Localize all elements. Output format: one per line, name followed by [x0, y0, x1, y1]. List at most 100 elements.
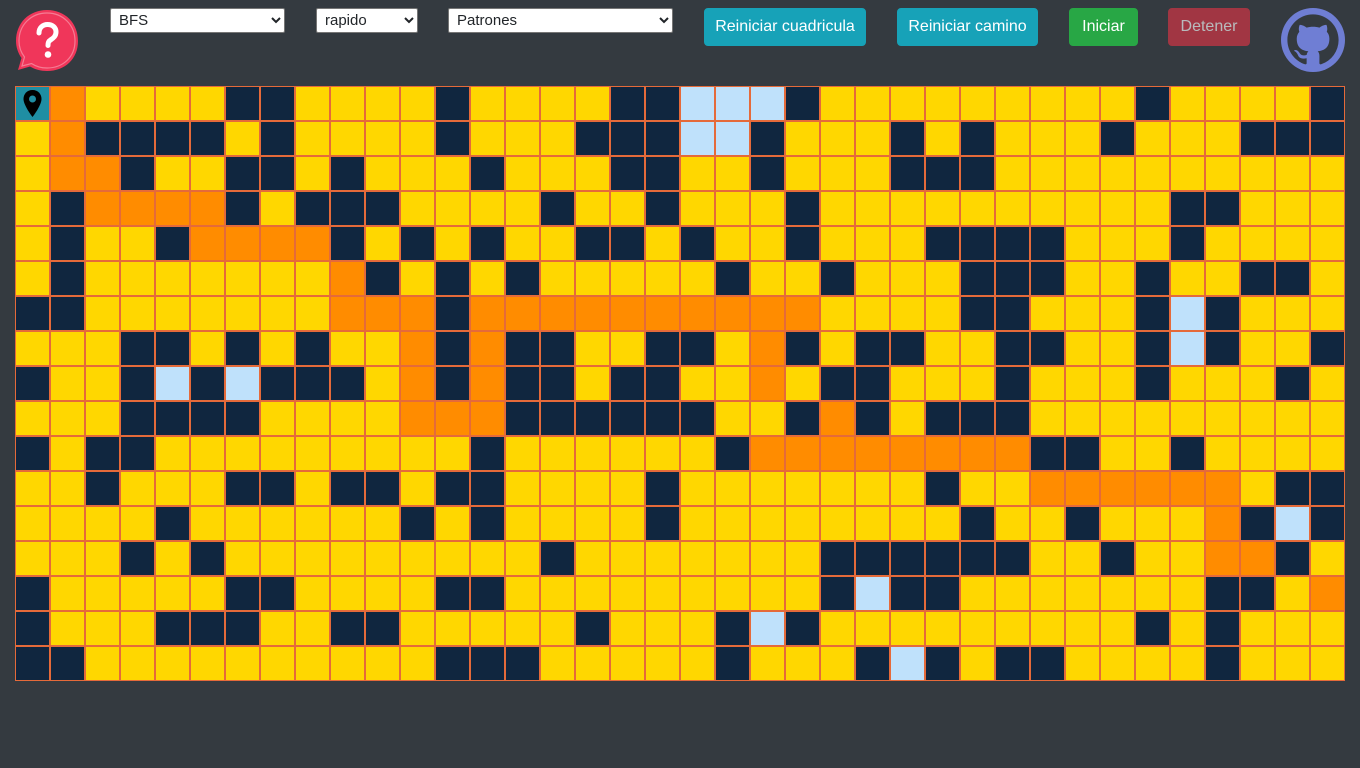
grid-cell-open[interactable] [1240, 296, 1275, 331]
grid-cell-open[interactable] [1170, 646, 1205, 681]
grid-cell-path[interactable] [1065, 471, 1100, 506]
grid-cell-open[interactable] [890, 471, 925, 506]
grid-cell-wall[interactable] [225, 471, 260, 506]
grid-cell-open[interactable] [85, 611, 120, 646]
grid-cell-wall[interactable] [575, 401, 610, 436]
grid-cell-open[interactable] [1030, 401, 1065, 436]
grid-cell-wall[interactable] [85, 471, 120, 506]
grid-cell-wall[interactable] [1310, 506, 1345, 541]
grid-cell-open[interactable] [1065, 401, 1100, 436]
grid-cell-wall[interactable] [400, 226, 435, 261]
grid-cell-wall[interactable] [225, 156, 260, 191]
grid-cell-open[interactable] [1100, 506, 1135, 541]
speed-select[interactable]: rapido [316, 8, 418, 33]
grid-cell-open[interactable] [1240, 401, 1275, 436]
grid-cell-wall[interactable] [260, 471, 295, 506]
grid-cell-open[interactable] [575, 471, 610, 506]
grid-cell-open[interactable] [120, 86, 155, 121]
grid-cell-open[interactable] [575, 646, 610, 681]
grid-cell-path[interactable] [645, 296, 680, 331]
grid-cell-path[interactable] [1310, 576, 1345, 611]
grid-cell-open[interactable] [680, 611, 715, 646]
grid-cell-open[interactable] [925, 191, 960, 226]
grid-cell-open[interactable] [960, 576, 995, 611]
grid-cell-wall[interactable] [1240, 121, 1275, 156]
grid-cell-wall[interactable] [1030, 436, 1065, 471]
grid-cell-open[interactable] [610, 576, 645, 611]
grid-cell-open[interactable] [470, 121, 505, 156]
grid-cell-wall[interactable] [645, 121, 680, 156]
grid-cell-wall[interactable] [540, 191, 575, 226]
grid-cell-open[interactable] [1135, 541, 1170, 576]
grid-cell-open[interactable] [295, 296, 330, 331]
grid-cell-open[interactable] [925, 366, 960, 401]
grid-cell-path[interactable] [330, 261, 365, 296]
grid-cell-open[interactable] [1310, 191, 1345, 226]
grid-cell-path[interactable] [960, 436, 995, 471]
grid-cell-open[interactable] [155, 646, 190, 681]
grid-cell-open[interactable] [470, 191, 505, 226]
grid-cell-wall[interactable] [435, 646, 470, 681]
grid-cell-open[interactable] [785, 646, 820, 681]
grid-cell-open[interactable] [575, 506, 610, 541]
grid-cell-open[interactable] [295, 436, 330, 471]
grid-cell-wall[interactable] [540, 331, 575, 366]
grid-cell-wall[interactable] [120, 436, 155, 471]
grid-cell-open[interactable] [1100, 191, 1135, 226]
grid-cell-open[interactable] [960, 646, 995, 681]
grid-cell-visited[interactable] [1170, 296, 1205, 331]
grid-cell-open[interactable] [365, 401, 400, 436]
grid-cell-open[interactable] [540, 436, 575, 471]
grid-cell-open[interactable] [1135, 191, 1170, 226]
grid-cell-open[interactable] [610, 646, 645, 681]
grid-cell-open[interactable] [995, 576, 1030, 611]
grid-cell-open[interactable] [50, 331, 85, 366]
grid-cell-open[interactable] [575, 436, 610, 471]
grid-cell-open[interactable] [785, 366, 820, 401]
grid-cell-wall[interactable] [260, 86, 295, 121]
grid-cell-visited[interactable] [680, 121, 715, 156]
grid-cell-wall[interactable] [995, 331, 1030, 366]
grid-cell-path[interactable] [435, 401, 470, 436]
grid-cell-wall[interactable] [50, 646, 85, 681]
grid-cell-open[interactable] [365, 436, 400, 471]
grid-cell-open[interactable] [330, 331, 365, 366]
grid-cell-wall[interactable] [1135, 366, 1170, 401]
grid-cell-open[interactable] [260, 646, 295, 681]
grid-cell-open[interactable] [85, 541, 120, 576]
grid-cell-wall[interactable] [890, 121, 925, 156]
grid-cell-open[interactable] [680, 436, 715, 471]
grid-cell-open[interactable] [295, 401, 330, 436]
grid-cell-wall[interactable] [365, 191, 400, 226]
grid-cell-wall[interactable] [295, 366, 330, 401]
grid-cell-open[interactable] [1170, 506, 1205, 541]
grid-cell-open[interactable] [785, 261, 820, 296]
grid-cell-open[interactable] [890, 366, 925, 401]
grid-cell-open[interactable] [925, 121, 960, 156]
grid-cell-open[interactable] [1310, 156, 1345, 191]
grid-cell-wall[interactable] [645, 366, 680, 401]
grid-cell-open[interactable] [435, 191, 470, 226]
grid-cell-open[interactable] [1310, 436, 1345, 471]
grid-cell-open[interactable] [1170, 611, 1205, 646]
grid-cell-wall[interactable] [155, 226, 190, 261]
grid-cell-open[interactable] [50, 506, 85, 541]
grid-cell-open[interactable] [960, 191, 995, 226]
grid-cell-open[interactable] [1100, 296, 1135, 331]
grid-cell-open[interactable] [505, 191, 540, 226]
grid-cell-open[interactable] [1205, 401, 1240, 436]
grid-cell-open[interactable] [295, 261, 330, 296]
grid-cell-wall[interactable] [820, 366, 855, 401]
grid-cell-wall[interactable] [330, 611, 365, 646]
grid-cell-open[interactable] [85, 506, 120, 541]
grid-cell-open[interactable] [295, 576, 330, 611]
grid-cell-open[interactable] [1100, 436, 1135, 471]
grid-cell-open[interactable] [995, 156, 1030, 191]
grid-cell-wall[interactable] [925, 471, 960, 506]
grid-cell-wall[interactable] [1275, 471, 1310, 506]
grid-cell-open[interactable] [925, 331, 960, 366]
grid-cell-wall[interactable] [400, 506, 435, 541]
grid-cell-open[interactable] [225, 436, 260, 471]
grid-cell-open[interactable] [120, 261, 155, 296]
grid-cell-wall[interactable] [120, 121, 155, 156]
